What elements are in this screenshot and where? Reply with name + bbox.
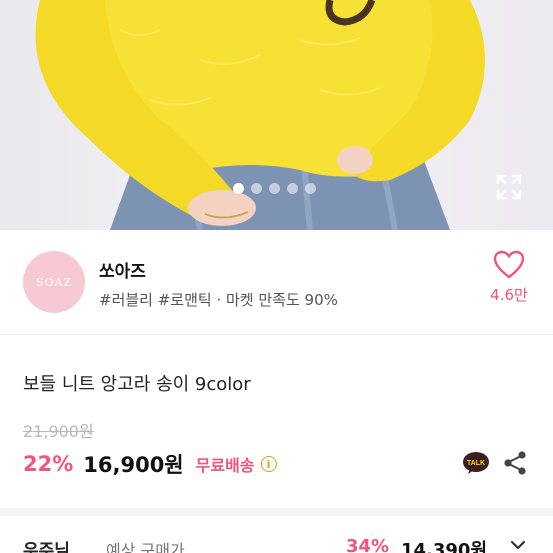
- member-price: 14,390원: [401, 540, 488, 553]
- product-title: 보들 니트 앙고라 송이 9color: [23, 374, 251, 395]
- seller-logo-text: SOAZ: [35, 275, 73, 289]
- discount-rate: 22%: [23, 452, 74, 476]
- price-row: 22% 16,900원 무료배송 i: [23, 450, 277, 478]
- carousel-dot[interactable]: [251, 183, 262, 194]
- carousel-dot[interactable]: [287, 183, 298, 194]
- carousel-dot[interactable]: [269, 183, 280, 194]
- carousel-indicator: [233, 183, 316, 194]
- info-icon[interactable]: i: [260, 456, 277, 472]
- free-shipping-label: 무료배송: [195, 456, 255, 475]
- expand-icon[interactable]: [494, 172, 524, 202]
- share-icon[interactable]: [503, 450, 527, 476]
- sale-price: 16,900원: [83, 453, 184, 477]
- seller-logo[interactable]: SOAZ: [23, 251, 85, 313]
- original-price: 21,900원: [23, 422, 94, 441]
- seller-section[interactable]: SOAZ 쏘아즈 #러블리 #로맨틱 · 마켓 만족도 90% 4.6만: [0, 230, 553, 334]
- product-photo: [35, 0, 485, 230]
- member-name: 우주님: [23, 541, 70, 553]
- member-discount-rate: 34%: [346, 536, 390, 553]
- like-button[interactable]: 4.6만: [484, 250, 534, 305]
- carousel-dot[interactable]: [233, 183, 244, 194]
- member-price-row[interactable]: 우주님 예상 구매가 34% 14,390원: [0, 516, 553, 553]
- carousel-dot[interactable]: [305, 183, 316, 194]
- estimated-price-label: 예상 구매가: [106, 541, 185, 553]
- product-image-carousel[interactable]: [0, 0, 553, 230]
- kakao-talk-icon[interactable]: TALK: [462, 451, 490, 475]
- seller-tags: #러블리 #로맨틱 · 마켓 만족도 90%: [99, 291, 338, 309]
- chevron-down-icon[interactable]: [509, 538, 527, 552]
- section-divider: [0, 508, 553, 516]
- talk-icon-text: TALK: [467, 460, 485, 467]
- divider: [0, 334, 553, 335]
- heart-icon: [493, 250, 525, 279]
- seller-name[interactable]: 쏘아즈: [99, 257, 146, 282]
- like-count: 4.6만: [490, 286, 528, 304]
